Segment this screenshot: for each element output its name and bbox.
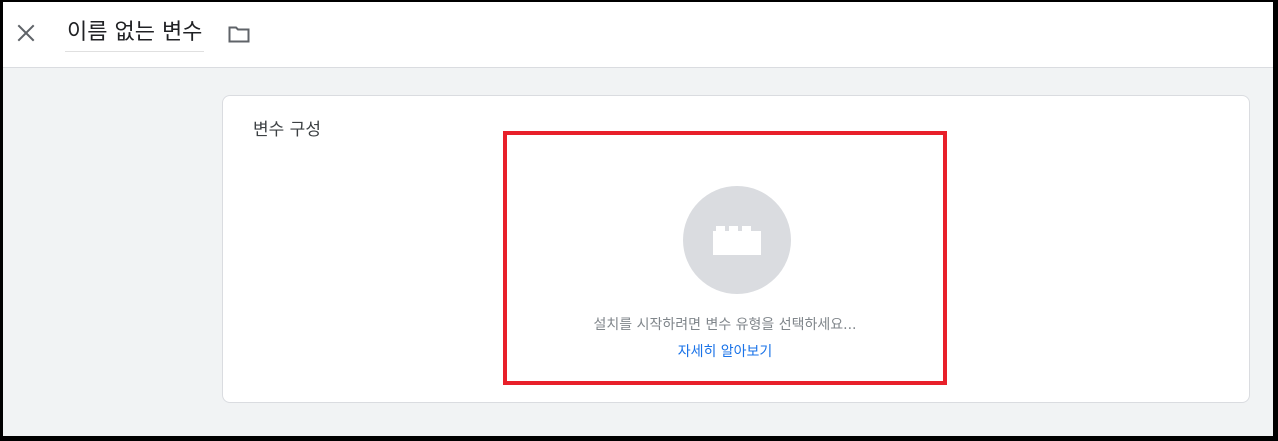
variable-name-field[interactable]: 이름 없는 변수	[65, 16, 205, 52]
close-icon	[17, 24, 35, 42]
select-type-prompt: 설치를 시작하려면 변수 유형을 선택하세요...	[593, 317, 857, 333]
choose-variable-type-button[interactable]	[683, 186, 791, 294]
learn-more-link[interactable]: 자세히 알아보기	[503, 341, 947, 361]
brick-icon	[713, 226, 761, 255]
folder-button[interactable]	[227, 22, 251, 46]
variable-editor-window: 이름 없는 변수 변수 구성 설치를 시작하려면 변수 유형을 선택하세요...…	[3, 2, 1273, 436]
card-title: 변수 구성	[253, 120, 321, 140]
variable-configuration-card: 변수 구성 설치를 시작하려면 변수 유형을 선택하세요... 자세히 알아보기	[222, 95, 1250, 403]
editor-header: 이름 없는 변수	[3, 2, 1273, 68]
variable-name-text: 이름 없는 변수	[67, 20, 203, 45]
close-button[interactable]	[15, 22, 37, 44]
folder-icon	[228, 26, 250, 43]
